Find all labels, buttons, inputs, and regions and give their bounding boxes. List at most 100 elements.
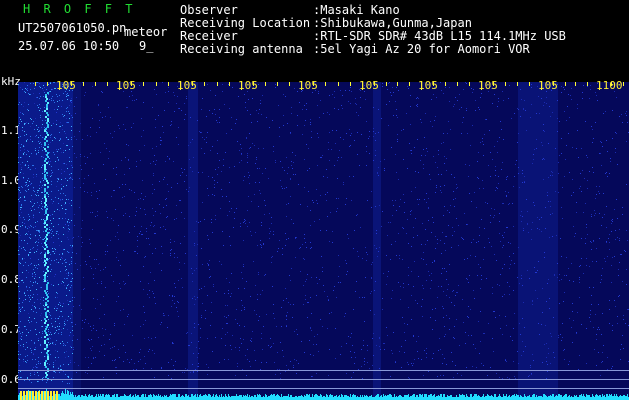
noise-dot [60,366,61,367]
noise-dot [307,274,308,275]
noise-dot [304,352,305,353]
carrier-dot [44,256,46,258]
noise-dot [449,212,450,213]
noise-dot [37,129,38,130]
noise-dot [235,123,236,124]
noise-dot [548,177,549,178]
noise-dot [116,301,117,302]
noise-dot [38,375,39,376]
noise-dot [69,264,70,265]
noise-dot [316,200,317,201]
spectrum-bar [223,396,224,400]
spectrum-bar [482,396,483,400]
noise-dot [351,91,352,92]
noise-dot [311,376,312,377]
noise-dot [226,196,227,197]
noise-dot [410,150,411,151]
noise-dot [30,258,31,259]
noise-dot [502,91,503,92]
reference-line [18,379,629,380]
spectrum-bar [623,395,624,400]
noise-dot [572,147,573,148]
noise-dot [34,252,35,253]
carrier-dot [44,194,46,196]
noise-dot [43,281,44,282]
noise-dot [611,231,612,232]
noise-dot [152,208,153,209]
noise-dot [324,291,325,292]
noise-dot [136,99,137,100]
noise-dot [504,232,505,233]
noise-dot [66,122,67,123]
noise-dot [247,359,248,360]
noise-dot [123,281,124,282]
spectrum-bar [512,395,513,400]
spectrum-bar [263,396,264,400]
noise-dot [45,326,46,327]
noise-dot [471,335,472,336]
noise-dot [22,130,23,131]
spectrum-bar [474,394,475,400]
noise-dot [35,307,36,308]
noise-dot [30,281,31,282]
noise-dot [38,242,39,243]
noise-dot [63,227,64,228]
noise-dot [57,297,58,298]
noise-dot [594,210,595,211]
noise-dot [480,311,481,312]
noise-dot [409,143,410,144]
noise-dot [471,88,472,89]
noise-dot [509,85,510,86]
noise-dot [327,177,328,178]
noise-dot [25,250,26,251]
noise-dot [60,311,61,312]
noise-dot [426,264,427,265]
noise-dot [105,267,106,268]
noise-dot [616,199,617,200]
noise-dot [51,100,52,101]
spectrogram-band [73,82,81,400]
carrier-dot [47,368,49,370]
noise-dot [580,173,581,174]
noise-dot [200,337,201,338]
noise-dot [345,260,346,261]
noise-dot [102,328,103,329]
noise-dot [428,208,429,209]
spectrum-bar [600,395,601,400]
noise-dot [244,326,245,327]
noise-dot [40,344,41,345]
noise-dot [564,275,565,276]
noise-dot [338,282,339,283]
noise-dot [81,169,82,170]
spectrum-bar [260,395,261,400]
noise-dot [214,184,215,185]
noise-dot [444,358,445,359]
noise-dot [569,172,570,173]
noise-dot [444,268,445,269]
noise-dot [371,291,372,292]
noise-dot [425,155,426,156]
noise-dot [53,344,54,345]
noise-dot [417,303,418,304]
noise-dot [322,271,323,272]
noise-dot [286,325,287,326]
carrier-dot [47,356,49,358]
noise-dot [226,323,227,324]
spectrum-bar [151,395,152,400]
noise-dot [491,246,492,247]
noise-dot [255,285,256,286]
noise-dot [167,184,168,185]
noise-dot [113,190,114,191]
noise-dot [72,252,73,253]
noise-dot [548,279,549,280]
noise-dot [246,137,247,138]
noise-dot [494,254,495,255]
reference-line [18,370,629,371]
carrier-dot [45,244,47,246]
noise-dot [63,345,64,346]
noise-dot [351,200,352,201]
noise-dot [262,173,263,174]
noise-dot [244,94,245,95]
noise-dot [475,110,476,111]
carrier-dot [47,266,49,268]
